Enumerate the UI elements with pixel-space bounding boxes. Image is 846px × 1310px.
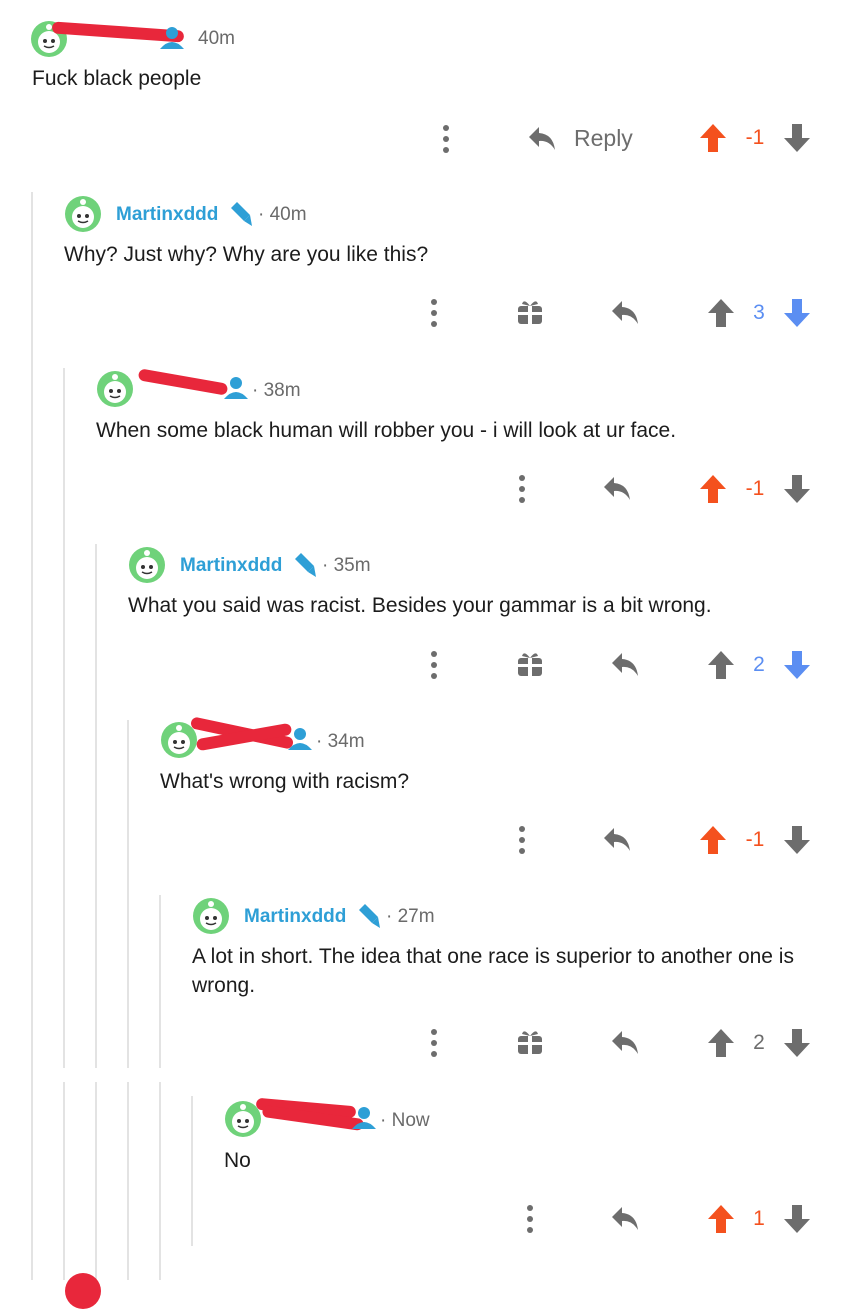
downvote-icon[interactable] xyxy=(782,824,812,856)
comment-body: What you said was racist. Besides your g… xyxy=(128,594,712,617)
upvote-icon[interactable] xyxy=(706,297,736,329)
vote-score: 2 xyxy=(753,653,765,676)
vote-score: -1 xyxy=(745,828,765,851)
avatar[interactable] xyxy=(96,370,134,408)
comment-body: Why? Just why? Why are you like this? xyxy=(64,243,429,266)
username[interactable]: Martinxddd xyxy=(180,555,282,577)
vote-score: 2 xyxy=(753,1031,765,1054)
avatar[interactable] xyxy=(64,195,102,233)
thread-line xyxy=(95,544,97,1068)
downvote-icon[interactable] xyxy=(782,1203,812,1235)
reply-icon[interactable] xyxy=(610,650,640,678)
thread-line xyxy=(95,1082,97,1280)
user-icon xyxy=(224,377,248,399)
comment-time: · Now xyxy=(380,1110,430,1131)
username[interactable]: Martinxddd xyxy=(116,204,218,226)
user-icon xyxy=(288,728,312,750)
reply-label: Reply xyxy=(574,125,633,151)
reply-icon[interactable] xyxy=(602,474,632,502)
more-options-icon[interactable] xyxy=(424,298,444,328)
mod-icon xyxy=(295,553,316,577)
comment-body: Fuck black people xyxy=(32,67,202,90)
user-icon xyxy=(352,1107,376,1129)
username[interactable]: Martinxddd xyxy=(244,906,346,928)
thread-line xyxy=(63,1082,65,1280)
more-options-icon[interactable] xyxy=(424,650,444,680)
comment-time: 40m xyxy=(198,28,235,49)
vote-score: 1 xyxy=(753,1207,765,1230)
avatar[interactable] xyxy=(64,1272,102,1310)
award-icon[interactable] xyxy=(516,1028,544,1056)
comment-time: · 27m xyxy=(386,906,435,927)
upvote-icon[interactable] xyxy=(706,1027,736,1059)
upvote-icon[interactable] xyxy=(706,1203,736,1235)
award-icon[interactable] xyxy=(516,298,544,326)
user-icon xyxy=(160,27,184,49)
thread-line xyxy=(159,895,161,1068)
thread-line xyxy=(31,192,33,1280)
vote-score: -1 xyxy=(745,126,765,149)
downvote-icon[interactable] xyxy=(782,473,812,505)
reply-icon[interactable] xyxy=(602,825,632,853)
thread-line xyxy=(127,1082,129,1280)
upvote-icon[interactable] xyxy=(698,473,728,505)
more-options-icon[interactable] xyxy=(520,1204,540,1234)
thread-line xyxy=(127,720,129,1068)
upvote-icon[interactable] xyxy=(698,122,728,154)
comment-time: · 40m xyxy=(258,204,307,225)
comment-time: · 38m xyxy=(252,380,301,401)
comment-body: What's wrong with racism? xyxy=(160,770,410,793)
thread-line xyxy=(159,1082,161,1280)
comment-time: · 35m xyxy=(322,555,371,576)
reply-icon xyxy=(529,127,555,150)
more-options-icon[interactable] xyxy=(424,1028,444,1058)
avatar[interactable] xyxy=(128,546,166,584)
award-icon[interactable] xyxy=(516,650,544,678)
avatar[interactable] xyxy=(192,897,230,935)
mod-icon xyxy=(231,202,252,226)
redacted-username xyxy=(137,368,229,396)
downvote-icon[interactable] xyxy=(782,297,812,329)
vote-score: 3 xyxy=(753,301,765,324)
comment-body: A lot in short. The idea that one race i… xyxy=(192,945,794,997)
downvote-icon[interactable] xyxy=(782,122,812,154)
vote-score: -1 xyxy=(745,477,765,500)
reply-icon[interactable] xyxy=(610,1204,640,1232)
more-options-icon[interactable] xyxy=(512,474,532,504)
reply-icon[interactable] xyxy=(610,298,640,326)
thread-line xyxy=(191,1096,193,1246)
upvote-icon[interactable] xyxy=(706,649,736,681)
comment-body: When some black human will robber you - … xyxy=(96,419,677,442)
more-options-icon[interactable] xyxy=(512,825,532,855)
comment-body: No xyxy=(224,1149,251,1172)
downvote-icon[interactable] xyxy=(782,649,812,681)
mod-icon xyxy=(359,904,380,928)
more-options-icon[interactable] xyxy=(436,124,456,154)
reply-icon[interactable] xyxy=(610,1028,640,1056)
thread-line xyxy=(63,368,65,1068)
upvote-icon[interactable] xyxy=(698,824,728,856)
comment-time: · 34m xyxy=(316,731,365,752)
downvote-icon[interactable] xyxy=(782,1027,812,1059)
